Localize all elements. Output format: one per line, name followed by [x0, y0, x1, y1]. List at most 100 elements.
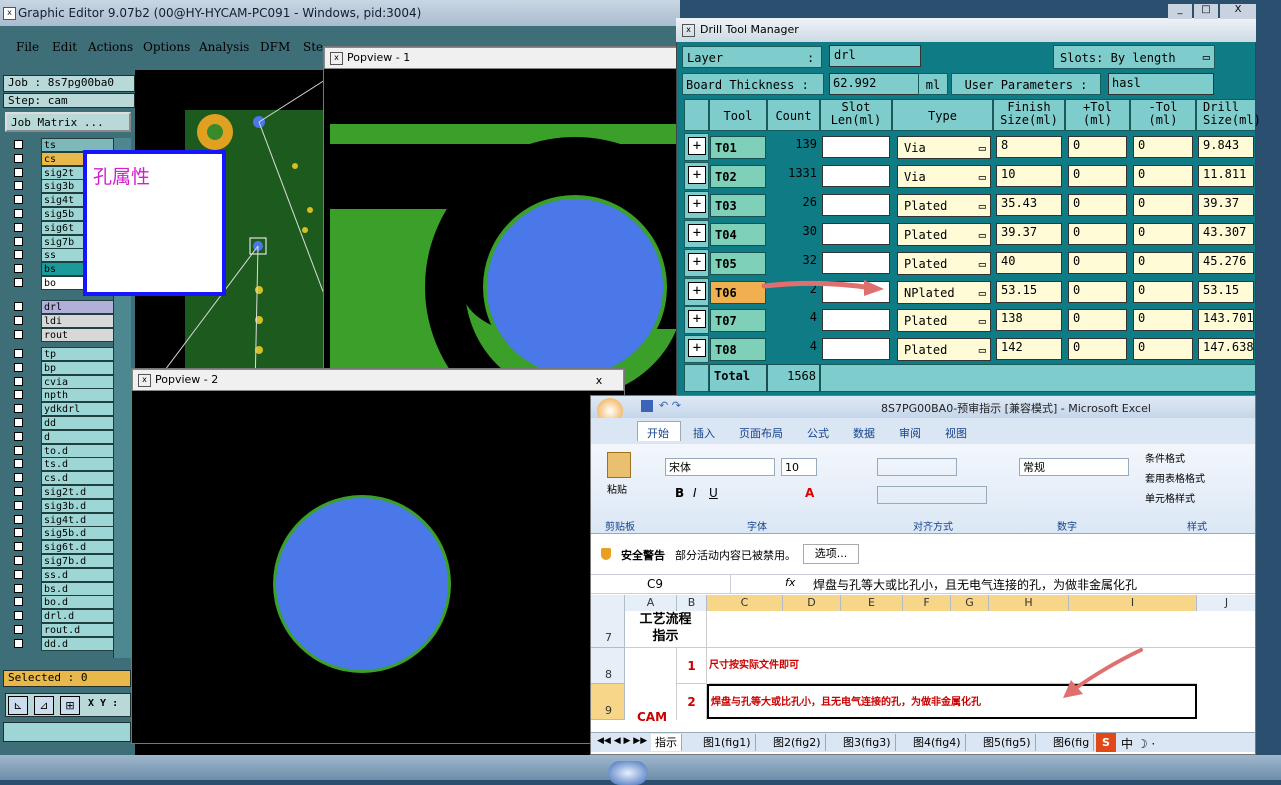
menu-edit[interactable]: Edit — [52, 40, 77, 54]
layer-name[interactable]: to.d — [41, 443, 115, 458]
sheet-tab[interactable]: 图2(fig2) — [769, 734, 826, 751]
finish-size-input[interactable]: 138 — [996, 309, 1062, 332]
layer-checkbox[interactable] — [14, 418, 23, 427]
layer-row-d[interactable]: d — [13, 429, 115, 444]
layer-checkbox[interactable] — [14, 487, 23, 496]
layer-checkbox[interactable] — [14, 597, 23, 607]
sheet-tab[interactable]: 图3(fig3) — [839, 734, 896, 751]
col-b[interactable]: B — [677, 595, 707, 611]
layer-name[interactable]: drl.d — [41, 609, 115, 624]
layer-row-sig4t-d[interactable]: sig4t.d — [13, 512, 115, 527]
layer-row-npth[interactable]: npth — [13, 388, 115, 403]
popview-2-graphics[interactable] — [137, 395, 589, 743]
tab-review[interactable]: 审阅 — [899, 425, 921, 441]
type-select[interactable]: Via ▭ — [897, 136, 991, 159]
layer-checkbox[interactable] — [14, 362, 23, 372]
worksheet-grid[interactable]: A B C D E F G H I J 7 8 9 工艺流程 指示 1 尺寸按实… — [591, 595, 1255, 723]
layer-row-rout[interactable]: rout — [13, 327, 115, 342]
type-select[interactable]: Plated ▭ — [897, 222, 991, 246]
type-select[interactable]: Plated ▭ — [897, 309, 991, 333]
layer-row-ts-d[interactable]: ts.d — [13, 457, 115, 472]
layer-checkbox[interactable] — [14, 514, 23, 524]
menu-dfm[interactable]: DFM — [260, 40, 290, 54]
conditional-format-button[interactable]: 条件格式 — [1145, 450, 1185, 465]
drill-size-input[interactable]: 143.701 — [1198, 309, 1254, 332]
layer-checkbox[interactable] — [14, 390, 23, 400]
type-select[interactable]: Via ▭ — [897, 164, 991, 188]
layer-row-sig6t-d[interactable]: sig6t.d — [13, 540, 115, 555]
layer-row-bo-d[interactable]: bo.d — [13, 595, 115, 610]
slot-len-input[interactable] — [822, 136, 890, 158]
italic-icon[interactable]: I — [693, 486, 697, 500]
layer-checkbox[interactable] — [14, 181, 23, 191]
paste-icon[interactable] — [607, 452, 631, 478]
fx-icon[interactable]: fx — [785, 576, 795, 589]
layer-checkbox[interactable] — [14, 302, 23, 311]
layer-checkbox[interactable] — [14, 528, 23, 538]
layer-name[interactable]: npth — [41, 388, 115, 403]
type-select[interactable]: Plated ▭ — [897, 193, 991, 217]
layer-row-rout-d[interactable]: rout.d — [13, 623, 115, 637]
layer-checkbox[interactable] — [14, 349, 23, 358]
user-params-input[interactable]: hasl — [1108, 73, 1214, 95]
finish-size-input[interactable]: 142 — [996, 338, 1062, 361]
measure-icon[interactable]: ⊿ — [34, 696, 54, 715]
minus-tol-input[interactable]: 0 — [1133, 251, 1193, 274]
expand-plus-icon[interactable]: + — [688, 252, 706, 271]
layer-checkbox[interactable] — [14, 569, 23, 579]
col-g[interactable]: G — [951, 595, 989, 611]
job-matrix-button[interactable]: Job Matrix ... — [5, 112, 131, 132]
layer-checkbox[interactable] — [14, 236, 23, 246]
layer-row-dd[interactable]: dd — [13, 416, 115, 430]
layer-name[interactable]: d — [41, 429, 115, 444]
layer-row-dd-d[interactable]: dd.d — [13, 636, 115, 651]
underline-icon[interactable]: U — [709, 486, 718, 500]
layer-checkbox[interactable] — [14, 431, 23, 441]
plus-tol-input[interactable]: 0 — [1068, 136, 1127, 158]
layer-checkbox[interactable] — [14, 264, 23, 274]
layer-checkbox[interactable] — [14, 167, 23, 177]
sheet-tab[interactable]: 图6(fig — [1049, 734, 1095, 751]
cell-b8[interactable]: 1 — [677, 648, 707, 684]
slots-dropdown[interactable]: Slots: By length ▭ — [1053, 45, 1215, 69]
thickness-input[interactable]: 62.992 — [829, 73, 919, 95]
drill-size-input[interactable]: 45.276 — [1198, 251, 1254, 274]
layer-name[interactable]: sig6t.d — [41, 540, 115, 555]
slot-len-input[interactable] — [822, 338, 890, 361]
align-horizontal-icon[interactable] — [877, 486, 987, 504]
font-color-icon[interactable]: A — [805, 486, 814, 500]
expand-plus-icon[interactable]: + — [688, 339, 706, 358]
layer-input[interactable]: drl — [829, 45, 921, 67]
layer-name[interactable]: cvia — [41, 374, 115, 389]
layer-checkbox[interactable] — [14, 625, 23, 634]
layer-checkbox[interactable] — [14, 315, 23, 325]
type-select[interactable]: Plated ▭ — [897, 338, 991, 362]
layer-row-ldi[interactable]: ldi — [13, 313, 115, 328]
col-f[interactable]: F — [903, 595, 951, 611]
minus-tol-input[interactable]: 0 — [1133, 338, 1193, 361]
finish-size-input[interactable]: 8 — [996, 136, 1062, 158]
layer-checkbox[interactable] — [14, 404, 23, 414]
minus-tol-input[interactable]: 0 — [1133, 136, 1193, 158]
undo-icon[interactable]: ↶ ↷ — [659, 399, 681, 412]
sheet-tab[interactable]: 图1(fig1) — [699, 734, 756, 751]
slot-len-input[interactable] — [822, 164, 890, 187]
layer-checkbox[interactable] — [14, 250, 23, 260]
layer-name[interactable]: bo.d — [41, 595, 115, 610]
cell-c7[interactable] — [707, 611, 1255, 648]
layer-name[interactable]: ldi — [41, 313, 115, 328]
options-button[interactable]: 选项... — [803, 544, 859, 564]
slot-len-input[interactable] — [822, 193, 890, 216]
minimize-button[interactable]: _ — [1168, 4, 1192, 19]
menu-actions[interactable]: Actions — [88, 40, 133, 54]
drill-size-input[interactable]: 43.307 — [1198, 222, 1254, 245]
layer-checkbox[interactable] — [14, 542, 23, 552]
expand-plus-icon[interactable]: + — [688, 310, 706, 329]
layer-checkbox[interactable] — [14, 222, 23, 232]
ime-icon[interactable]: S — [1096, 733, 1116, 752]
layer-checkbox[interactable] — [14, 376, 23, 386]
layer-name[interactable]: rout.d — [41, 623, 115, 637]
col-i[interactable]: I — [1069, 595, 1197, 611]
layer-checkbox[interactable] — [14, 638, 23, 648]
layer-row-sig3b-d[interactable]: sig3b.d — [13, 498, 115, 513]
